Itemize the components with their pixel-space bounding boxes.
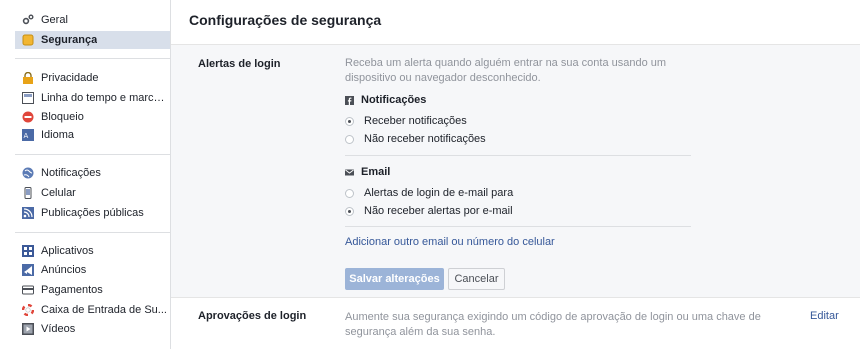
ads-icon [22,264,34,276]
page-title: Configurações de segurança [189,12,382,28]
sidebar-item-notifications[interactable]: Notificações [15,164,167,182]
sidebar-item-blocking[interactable]: Bloqueio [15,108,167,126]
svg-text:A: A [24,132,29,140]
video-icon [22,323,34,335]
radio-email-login-alerts[interactable]: Alertas de login de e-mail para [345,187,513,199]
sidebar-item-label: Aplicativos [41,245,94,257]
edit-login-approvals-link[interactable]: Editar [810,310,839,322]
sidebar-item-ads[interactable]: Anúncios [15,261,167,279]
mobile-icon [22,187,34,199]
sidebar-item-label: Idioma [41,129,75,141]
sidebar-item-security[interactable]: Segurança [15,31,170,49]
language-icon: A [22,129,34,141]
radio-no-email-alerts[interactable]: Não receber alertas por e-mail [345,205,513,217]
login-approvals-label: Aprovações de login [198,310,307,322]
sidebar-item-privacy[interactable]: Privacidade [15,69,167,87]
options-divider [345,226,691,227]
radio-label: Alertas de login de e-mail para [364,187,514,199]
lock-icon [22,72,34,84]
lifebuoy-icon [22,304,34,316]
sidebar-item-payments[interactable]: Pagamentos [15,281,167,299]
sidebar-divider [15,232,170,233]
sidebar-item-general[interactable]: Geral [15,11,167,29]
sidebar-item-support-inbox[interactable]: Caixa de Entrada de Su... [15,301,167,319]
radio-button-selected[interactable] [345,116,354,126]
payments-icon [22,284,34,296]
radio-no-notifications[interactable]: Não receber notificações [345,133,486,145]
sidebar-item-public-posts[interactable]: Publicações públicas [15,204,167,222]
shield-icon [22,34,34,46]
radio-label: Não receber notificações [364,133,486,145]
radio-button[interactable] [345,188,354,198]
login-approvals-description: Aumente sua segurança exigindo um código… [345,311,761,338]
sidebar-item-label: Geral [41,14,68,26]
envelope-icon [345,168,354,177]
options-divider [345,155,691,156]
sidebar-item-label: Vídeos [41,323,76,335]
notifications-heading: Notificações [345,94,426,106]
add-contact-link[interactable]: Adicionar outro email ou número do celul… [345,236,555,248]
sidebar-item-label: Privacidade [41,72,99,84]
block-icon [22,111,34,123]
sidebar-item-timeline[interactable]: Linha do tempo e marca... [15,89,167,107]
timeline-icon [22,92,34,104]
cancel-button[interactable]: Cancelar [448,268,505,290]
sidebar-item-label: Bloqueio [41,111,84,123]
sidebar-item-label: Notificações [41,167,101,179]
settings-sidebar: Geral Segurança Privacidade Linha do tem… [0,0,170,349]
sidebar-item-label: Caixa de Entrada de Su... [41,304,167,316]
sidebar-item-label: Pagamentos [41,284,103,296]
apps-icon [22,245,34,257]
login-alerts-label: Alertas de login [198,58,281,70]
save-button[interactable]: Salvar alterações [345,268,444,290]
gears-icon [22,14,34,26]
email-heading: Email [345,166,390,178]
sidebar-divider [15,154,170,155]
sidebar-item-apps[interactable]: Aplicativos [15,242,167,260]
sidebar-item-mobile[interactable]: Celular [15,184,167,202]
radio-label: Não receber alertas por e-mail [364,205,513,217]
login-alerts-section: Alertas de login Receba um alerta quando… [171,45,860,298]
login-alerts-description: Receba um alerta quando alguém entrar na… [345,57,667,84]
email-heading-text: Email [361,166,391,178]
sidebar-divider [15,58,170,59]
sidebar-item-language[interactable]: A Idioma [15,126,167,144]
sidebar-item-label: Anúncios [41,264,87,276]
rss-icon [22,207,34,219]
sidebar-item-label: Celular [41,187,76,199]
radio-button-selected[interactable] [345,206,354,216]
sidebar-item-label: Publicações públicas [41,207,144,219]
settings-content: Configurações de segurança Alertas de lo… [170,0,860,349]
radio-button[interactable] [345,134,354,144]
radio-label: Receber notificações [364,115,467,127]
facebook-icon [345,95,354,105]
sidebar-item-label: Linha do tempo e marca... [41,92,167,104]
sidebar-item-label: Segurança [41,34,98,46]
sidebar-item-videos[interactable]: Vídeos [15,320,167,338]
radio-receive-notifications[interactable]: Receber notificações [345,115,467,127]
notifications-heading-text: Notificações [361,94,427,106]
globe-icon [22,167,34,179]
